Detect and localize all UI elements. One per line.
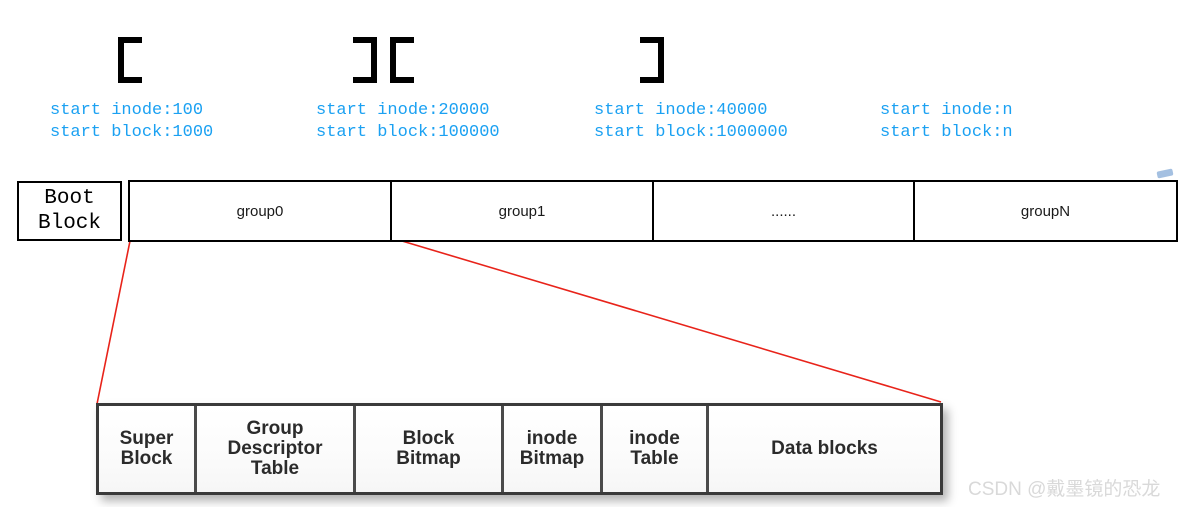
detail-cell-block-bitmap-line1: Block — [402, 428, 455, 449]
annotation-group2: start inode:40000 start block:1000000 — [594, 100, 788, 144]
annotation-group2-block: start block:1000000 — [594, 123, 788, 142]
detail-cell-data-blocks: Data blocks — [709, 406, 940, 492]
detail-cell-group-descriptor-table-line2: Descriptor — [227, 438, 323, 459]
annotation-group1-block: start block:100000 — [316, 123, 500, 142]
leader-line-left — [96, 240, 131, 405]
annotation-groupN-block: start block:n — [880, 123, 1013, 142]
group-cell-groupN-label: groupN — [1020, 202, 1071, 220]
annotation-groupN: start inode:n start block:n — [880, 100, 1013, 144]
annotation-group0: start inode:100 start block:1000 — [50, 100, 213, 144]
bracket-group1-open — [390, 37, 414, 83]
bracket-group0-open — [118, 37, 142, 83]
detail-cell-group-descriptor-table-line1: Group — [246, 418, 304, 439]
block-group-detail: Super Block Group Descriptor Table Block… — [96, 403, 943, 495]
detail-cell-inode-bitmap-line1: inode — [526, 428, 578, 449]
group-table: group0 group1 ...... groupN — [128, 180, 1178, 242]
group-cell-groupN: groupN — [915, 182, 1176, 240]
annotation-groupN-inode: start inode:n — [880, 101, 1013, 120]
group-cell-group1-label: group1 — [498, 202, 546, 220]
bracket-group1-close — [640, 37, 664, 83]
detail-cell-group-descriptor-table: Group Descriptor Table — [197, 406, 356, 492]
annotation-group0-block: start block:1000 — [50, 123, 214, 142]
detail-cell-inode-table-line2: Table — [630, 448, 679, 469]
annotation-group2-inode: start inode:40000 — [594, 101, 768, 120]
group-cell-group1: group1 — [392, 182, 654, 240]
detail-cell-inode-bitmap: inode Bitmap — [504, 406, 603, 492]
group-cell-group0: group0 — [130, 182, 392, 240]
diagram-canvas: start inode:100 start block:1000 start i… — [0, 0, 1202, 507]
annotation-group0-inode: start inode:100 — [50, 101, 204, 120]
boot-block-line1: Boot — [44, 187, 95, 210]
group-cell-group0-label: group0 — [236, 202, 284, 220]
detail-cell-block-bitmap: Block Bitmap — [356, 406, 504, 492]
detail-cell-block-bitmap-line2: Bitmap — [396, 448, 461, 469]
bracket-group0-close — [353, 37, 377, 83]
detail-cell-super-block-line2: Block — [120, 448, 173, 469]
boot-block-line2: Block — [37, 212, 101, 235]
detail-cell-super-block-line1: Super — [119, 428, 174, 449]
detail-cell-data-blocks-line1: Data blocks — [771, 438, 878, 459]
watermark: CSDN @戴墨镜的恐龙 — [968, 479, 1161, 500]
detail-cell-inode-table: inode Table — [603, 406, 709, 492]
scan-artifact — [1156, 168, 1174, 179]
annotation-group1-inode: start inode:20000 — [316, 101, 490, 120]
group-cell-ellipsis: ...... — [654, 182, 915, 240]
boot-block-cell: Boot Block — [17, 181, 122, 241]
group-cell-ellipsis-label: ...... — [770, 202, 796, 220]
annotation-group1: start inode:20000 start block:100000 — [316, 100, 500, 144]
detail-cell-inode-bitmap-line2: Bitmap — [519, 448, 585, 469]
detail-cell-inode-table-line1: inode — [629, 428, 680, 449]
detail-cell-group-descriptor-table-line3: Table — [250, 458, 300, 479]
detail-cell-super-block: Super Block — [99, 406, 197, 492]
leader-line-right — [391, 237, 942, 403]
